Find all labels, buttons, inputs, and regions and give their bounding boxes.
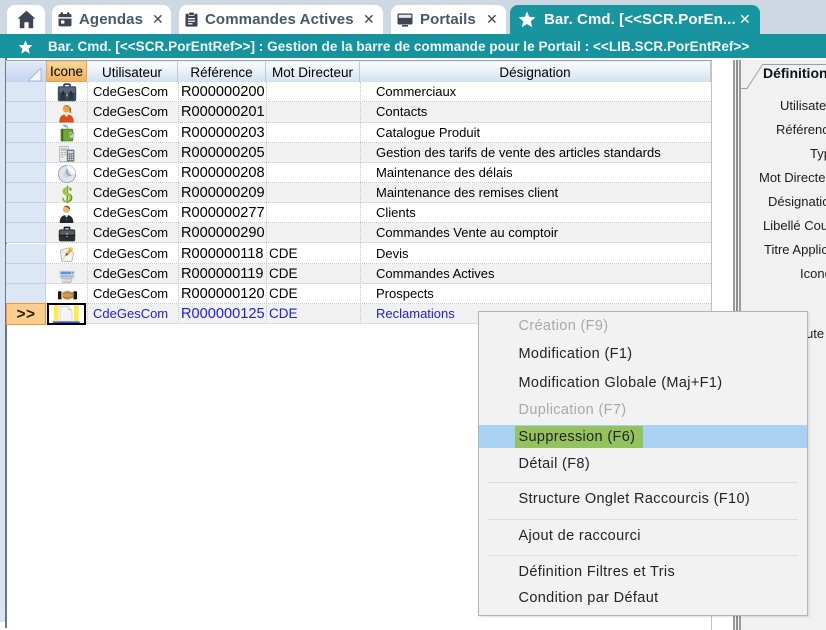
svg-text:$: $: [61, 184, 72, 204]
